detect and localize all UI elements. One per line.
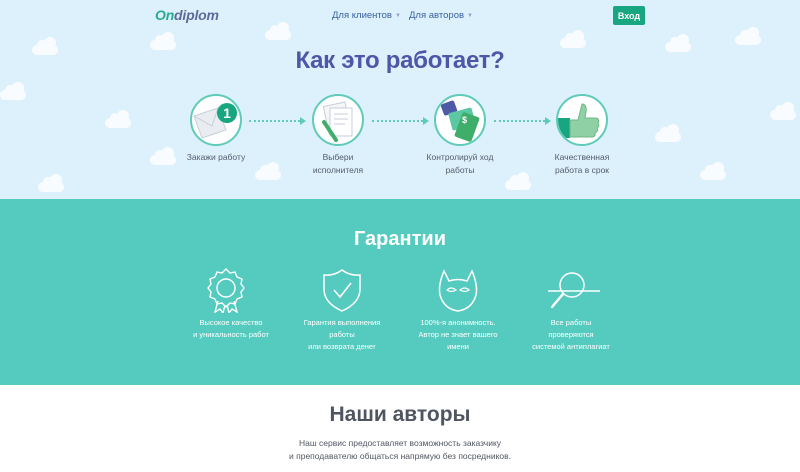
guarantee-3-label: 100%-я анонимность. Автор не знает вашег… <box>398 317 518 353</box>
svg-text:$: $ <box>462 115 467 125</box>
step-3-label-line: Контролируй ход <box>426 152 494 162</box>
cloud-decoration <box>105 110 131 128</box>
guarantee-4-label: Все работы проверяются системой антиплаг… <box>511 317 631 353</box>
cloud-decoration <box>770 102 796 120</box>
login-button[interactable]: Вход <box>613 6 645 25</box>
step-2-label-line: Выбери <box>322 152 354 162</box>
logo-text: Ondiplom <box>155 7 219 23</box>
guarantee-3-line: Автор не знает вашего <box>418 330 498 339</box>
thumbs-up-icon <box>558 103 600 138</box>
mask-icon <box>438 269 478 312</box>
guarantee-3-line: имени <box>447 342 469 351</box>
guarantees-title: Гарантии <box>353 228 446 250</box>
step-3-label-line: работы <box>445 165 475 175</box>
step-4-label-line: работа в срок <box>554 165 610 175</box>
wallet-money-icon: $ <box>440 100 480 142</box>
step-4-circle <box>556 94 608 146</box>
magnifier-icon <box>548 272 600 309</box>
award-ribbon-icon <box>207 268 245 313</box>
guarantee-3-line: 100%-я анонимность. <box>420 318 496 327</box>
nav-for-clients[interactable]: Для клиентов ▼ <box>332 10 401 21</box>
guarantee-1-label: Высокое качество и уникальность работ <box>171 317 291 341</box>
step-1-label: Закажи работу <box>161 151 271 164</box>
chevron-down-icon: ▼ <box>394 12 401 19</box>
cloud-decoration <box>255 162 281 180</box>
step-1-label-line: Закажи работу <box>186 152 246 162</box>
envelope-number-icon: 1 <box>193 103 237 139</box>
guarantee-4-line: проверяются <box>548 330 594 339</box>
step-4-label: Качественная работа в срок <box>527 151 637 177</box>
authors-title: Наши авторы <box>329 403 471 426</box>
top-header: Ondiplom Для клиентов ▼ Для авторов ▼ Вх… <box>0 0 800 30</box>
guarantee-2-line: или возврата денег <box>308 342 376 351</box>
cloud-decoration <box>505 172 531 190</box>
nav-for-authors-label: Для авторов <box>409 10 465 21</box>
guarantee-1-line: и уникальность работ <box>193 330 269 339</box>
authors-description: Наш сервис предоставляет возможность зак… <box>0 437 800 463</box>
step-2-label: Выбери исполнителя <box>283 151 393 177</box>
authors-description-line: Наш сервис предоставляет возможность зак… <box>298 438 502 448</box>
step-1-circle: 1 <box>190 94 242 146</box>
step-2-label-line: исполнителя <box>312 165 364 175</box>
step-1-badge: 1 <box>223 105 231 121</box>
nav-for-clients-label: Для клиентов <box>332 10 392 21</box>
step-3-circle: $ <box>434 94 486 146</box>
cloud-decoration <box>0 82 26 100</box>
cloud-decoration <box>655 124 681 142</box>
authors-section: Наши авторы Наш сервис предоставляет воз… <box>0 385 800 472</box>
guarantee-1-line: Высокое качество <box>199 318 263 327</box>
step-connector <box>494 117 551 125</box>
step-connector <box>372 117 429 125</box>
step-2-circle <box>312 94 364 146</box>
shield-check-icon <box>323 269 361 312</box>
guarantee-4-line: Все работы <box>550 318 592 327</box>
guarantee-2-line: работы <box>329 330 355 339</box>
guarantee-2-line: Гарантия выполнения <box>303 318 381 327</box>
step-4-label-line: Качественная <box>554 152 610 162</box>
chevron-down-icon: ▼ <box>467 12 473 19</box>
documents-pen-icon <box>322 101 353 142</box>
step-connector <box>249 117 306 125</box>
guarantees-section: Гарантии Высокое качество и уникальность… <box>0 199 800 385</box>
guarantee-4-line: системой антиплагиат <box>532 342 610 351</box>
cloud-decoration <box>265 22 291 40</box>
how-it-works-section: Ondiplom Для клиентов ▼ Для авторов ▼ Вх… <box>0 0 800 199</box>
guarantee-2-label: Гарантия выполнения работы или возврата … <box>282 317 402 353</box>
cloud-decoration <box>38 174 64 192</box>
cloud-decoration <box>735 27 761 45</box>
nav-for-authors[interactable]: Для авторов ▼ <box>409 10 473 21</box>
page-title: Как это работает? <box>295 47 505 74</box>
logo[interactable]: Ondiplom <box>155 7 219 23</box>
authors-description-line: и преподавателю общаться напрямую без по… <box>289 451 511 461</box>
step-3-label: Контролируй ход работы <box>405 151 515 177</box>
cloud-decoration <box>700 162 726 180</box>
